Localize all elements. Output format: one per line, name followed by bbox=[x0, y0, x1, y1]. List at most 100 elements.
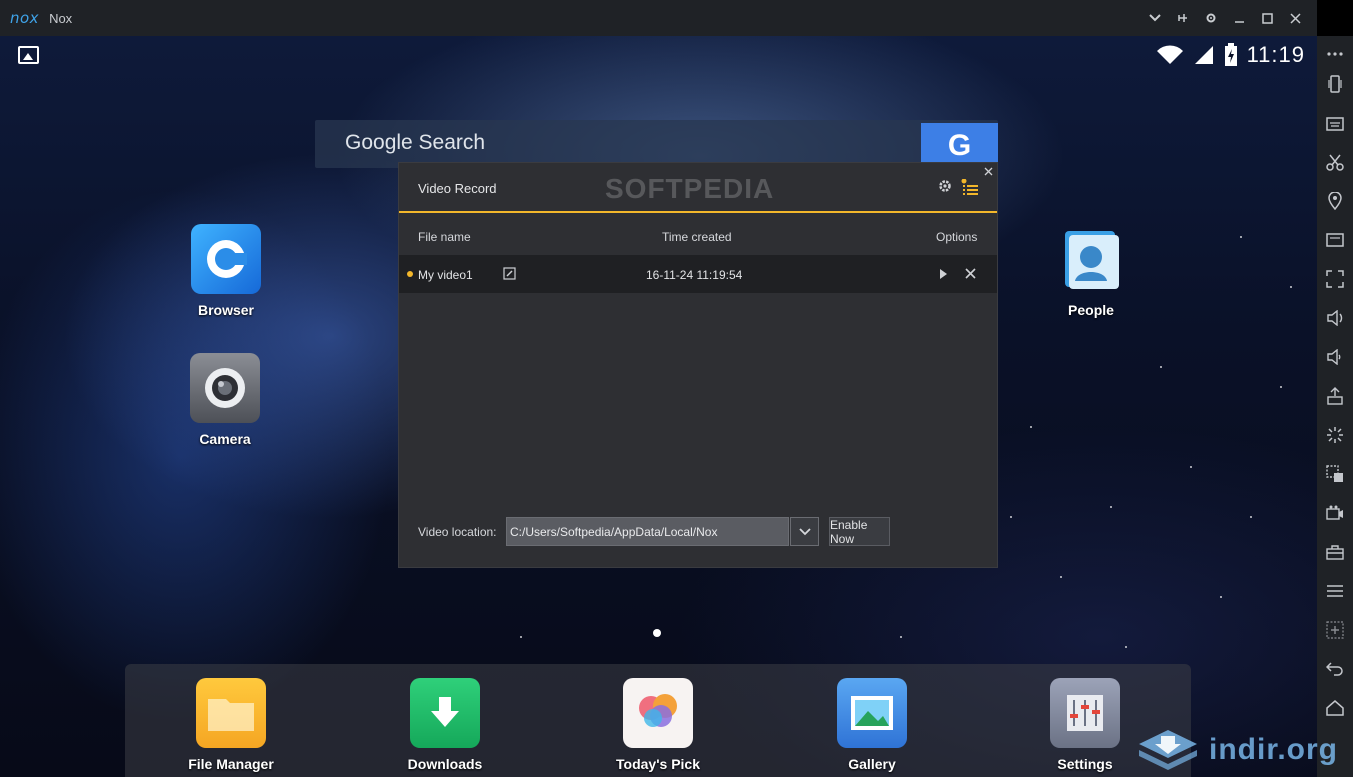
video-list-icon[interactable] bbox=[961, 178, 979, 195]
keyboard-icon[interactable] bbox=[1317, 105, 1353, 141]
home-icon[interactable] bbox=[1317, 690, 1353, 726]
star-decoration bbox=[900, 636, 902, 638]
settings-gear-icon[interactable] bbox=[937, 178, 953, 199]
gallery-icon bbox=[837, 678, 907, 748]
toolbox-icon[interactable] bbox=[1317, 534, 1353, 570]
battery-charging-icon bbox=[1224, 43, 1237, 66]
row-file-name: My video1 bbox=[418, 268, 473, 282]
people-icon bbox=[1056, 224, 1126, 294]
loading-icon[interactable] bbox=[1317, 417, 1353, 453]
star-decoration bbox=[1220, 596, 1222, 598]
dialog-close-icon[interactable] bbox=[984, 164, 993, 179]
indir-logo-icon bbox=[1139, 729, 1197, 770]
location-dropdown-button[interactable] bbox=[790, 517, 819, 546]
star-decoration bbox=[1125, 646, 1127, 648]
title-bar: nox Nox bbox=[0, 0, 1317, 36]
app-label: File Manager bbox=[188, 756, 274, 772]
app-label: Gallery bbox=[848, 756, 896, 772]
delete-icon[interactable] bbox=[965, 268, 976, 282]
fullscreen-icon[interactable] bbox=[1317, 261, 1353, 297]
dock: File Manager Downloads Today's Pick Gall… bbox=[125, 664, 1191, 777]
video-record-dialog: Video Record SOFTPEDIA File name Time cr… bbox=[398, 162, 998, 568]
edit-icon[interactable] bbox=[503, 267, 516, 283]
star-decoration bbox=[1030, 426, 1032, 428]
star-decoration bbox=[1110, 506, 1112, 508]
table-row[interactable]: My video1 16-11-24 11:19:54 bbox=[399, 255, 997, 293]
folder-icon bbox=[196, 678, 266, 748]
back-icon[interactable] bbox=[1317, 651, 1353, 687]
shake-icon[interactable] bbox=[1317, 66, 1353, 102]
wifi-icon bbox=[1156, 45, 1183, 64]
file-manager-app[interactable]: File Manager bbox=[176, 678, 286, 772]
row-bullet bbox=[407, 271, 413, 277]
softpedia-watermark: SOFTPEDIA bbox=[605, 173, 775, 204]
google-search-bar[interactable]: Google Search G bbox=[315, 120, 998, 168]
nox-logo: nox bbox=[10, 9, 40, 27]
location-icon[interactable] bbox=[1317, 183, 1353, 219]
video-location-label: Video location: bbox=[418, 525, 497, 539]
enable-now-button[interactable]: Enable Now bbox=[829, 517, 890, 546]
menu-icon[interactable] bbox=[1317, 573, 1353, 609]
minimize-icon[interactable] bbox=[1225, 0, 1253, 36]
apk-install-icon[interactable] bbox=[1317, 378, 1353, 414]
settings-app[interactable]: Settings bbox=[1030, 678, 1140, 772]
downloads-app[interactable]: Downloads bbox=[390, 678, 500, 772]
star-decoration bbox=[1280, 386, 1282, 388]
app-label: Camera bbox=[199, 431, 251, 447]
todays-pick-app[interactable]: Today's Pick bbox=[603, 678, 713, 772]
browser-icon bbox=[191, 224, 261, 294]
star-decoration bbox=[1190, 466, 1192, 468]
browser-app[interactable]: Browser bbox=[171, 224, 281, 318]
download-icon bbox=[410, 678, 480, 748]
video-location-field[interactable]: C:/Users/Softpedia/AppData/Local/Nox bbox=[506, 517, 789, 546]
app-label: Settings bbox=[1057, 756, 1113, 772]
chevron-down-icon[interactable] bbox=[1141, 0, 1169, 36]
star-decoration bbox=[1060, 576, 1062, 578]
column-time-created: Time created bbox=[662, 230, 732, 244]
add-icon[interactable] bbox=[1317, 612, 1353, 648]
star-decoration bbox=[1290, 286, 1292, 288]
gallery-app[interactable]: Gallery bbox=[817, 678, 927, 772]
nox-toolbar bbox=[1317, 36, 1353, 777]
table-header: File name Time created Options bbox=[399, 215, 997, 255]
status-bar: 11:19 bbox=[1155, 42, 1305, 68]
app-label: Downloads bbox=[407, 756, 483, 772]
people-app[interactable]: People bbox=[1036, 224, 1146, 318]
multi-drive-icon[interactable] bbox=[1317, 456, 1353, 492]
star-decoration bbox=[1250, 516, 1252, 518]
column-file-name: File name bbox=[418, 230, 471, 244]
dialog-header: Video Record SOFTPEDIA bbox=[399, 163, 997, 213]
volume-down-icon[interactable] bbox=[1317, 339, 1353, 375]
star-decoration bbox=[1160, 366, 1162, 368]
row-time-created: 16-11-24 11:19:54 bbox=[646, 268, 743, 282]
close-icon[interactable] bbox=[1281, 0, 1309, 36]
search-placeholder: Google Search bbox=[345, 131, 486, 154]
indir-watermark: indir.org bbox=[1137, 722, 1353, 777]
camera-app[interactable]: Camera bbox=[170, 353, 280, 447]
video-record-icon[interactable] bbox=[1317, 495, 1353, 531]
star-decoration bbox=[520, 636, 522, 638]
sliders-icon bbox=[1050, 678, 1120, 748]
star-decoration bbox=[1010, 516, 1012, 518]
app-label: Browser bbox=[197, 302, 255, 318]
gear-icon[interactable] bbox=[1197, 0, 1225, 36]
app-label: Today's Pick bbox=[616, 756, 700, 772]
screenshot-notification-icon bbox=[18, 46, 39, 64]
indir-text: indir.org bbox=[1209, 732, 1338, 766]
window-controls bbox=[1141, 0, 1309, 36]
star-decoration bbox=[1240, 236, 1242, 238]
window-title: Nox bbox=[49, 10, 73, 26]
maximize-icon[interactable] bbox=[1253, 0, 1281, 36]
page-indicator-dot[interactable] bbox=[653, 629, 661, 637]
signal-icon bbox=[1194, 46, 1213, 64]
camera-icon bbox=[190, 353, 260, 423]
play-icon[interactable] bbox=[939, 268, 948, 283]
status-time: 11:19 bbox=[1246, 42, 1305, 67]
volume-up-icon[interactable] bbox=[1317, 300, 1353, 336]
balloons-icon bbox=[623, 678, 693, 748]
pin-icon[interactable] bbox=[1169, 0, 1197, 36]
scissors-icon[interactable] bbox=[1317, 144, 1353, 180]
chevron-down-icon bbox=[798, 527, 811, 535]
screen-icon[interactable] bbox=[1317, 222, 1353, 258]
dialog-title: Video Record bbox=[418, 181, 497, 196]
